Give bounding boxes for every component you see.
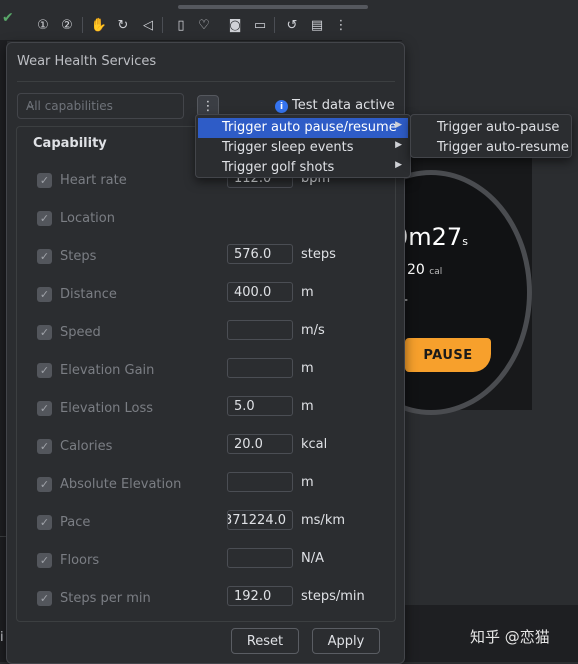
chevron-down-icon: ⌄ — [26, 97, 37, 111]
capability-row: ✓ Steps 576.0 steps — [7, 243, 404, 271]
panel-divider — [17, 81, 395, 82]
capability-label: Floors — [60, 553, 100, 568]
capability-value-input[interactable] — [227, 548, 293, 568]
panel-title: Wear Health Services — [17, 54, 157, 69]
capability-row: ✓ Absolute Elevation m — [7, 471, 404, 499]
calories-readout: 20 cal — [407, 262, 443, 278]
step-back-2-icon[interactable]: ② — [56, 14, 78, 36]
capability-value-input[interactable]: 576.0 — [227, 244, 293, 264]
submenu-arrow-icon: ▶ — [395, 120, 402, 130]
reset-button[interactable]: Reset — [231, 628, 299, 654]
capability-checkbox[interactable]: ✓ — [37, 363, 52, 378]
layout-icon[interactable]: ▤ — [306, 14, 328, 36]
capability-label: Elevation Loss — [60, 401, 154, 416]
capability-value-input[interactable]: 20.0 — [227, 434, 293, 454]
capability-label: Heart rate — [60, 173, 127, 188]
trigger-menu: Trigger auto pause/resume ▶ Trigger sleep… — [195, 114, 411, 178]
capability-column-header: Capability — [33, 136, 107, 151]
toolbar-separator — [274, 17, 275, 33]
submenu-arrow-icon: ▶ — [395, 140, 402, 150]
capabilities-select[interactable]: All capabilities ⌄ — [17, 93, 184, 119]
capability-unit: N/A — [301, 551, 324, 566]
capability-value-input[interactable] — [227, 472, 293, 492]
title-drag-strip — [178, 5, 368, 9]
capability-value-input[interactable] — [227, 358, 293, 378]
capability-value-input[interactable]: 5.0 — [227, 396, 293, 416]
capability-label: Elevation Gain — [60, 363, 155, 378]
capability-checkbox[interactable]: ✓ — [37, 515, 52, 530]
pause-button[interactable]: PAUSE — [405, 338, 491, 372]
capability-value-input[interactable]: 371224.0 — [227, 510, 293, 530]
auto-pause-submenu: Trigger auto-pause Trigger auto-resume — [410, 114, 572, 158]
more-vertical-icon[interactable]: ⋮ — [330, 14, 352, 36]
step-back-1-icon[interactable]: ① — [32, 14, 54, 36]
capability-unit: m/s — [301, 323, 325, 338]
submenu-item-auto-resume[interactable]: Trigger auto-resume — [437, 140, 569, 155]
capability-row: ✓ Location — [7, 205, 404, 233]
capability-value-input[interactable]: 400.0 — [227, 282, 293, 302]
capability-unit: m — [301, 285, 314, 300]
capability-label: Speed — [60, 325, 101, 340]
history-icon[interactable]: ↺ — [281, 14, 303, 36]
capability-unit: m — [301, 399, 314, 414]
back-triangle-icon[interactable]: ◁ — [137, 14, 159, 36]
check-icon: ✔ — [2, 10, 14, 26]
capability-row: ✓ Distance 400.0 m — [7, 281, 404, 309]
capability-row: ✓ Elevation Gain m — [7, 357, 404, 385]
palm-icon[interactable]: ✋ — [88, 14, 110, 36]
capability-checkbox[interactable]: ✓ — [37, 591, 52, 606]
capability-value-input[interactable]: 192.0 — [227, 586, 293, 606]
capability-label: Steps — [60, 249, 97, 264]
left-edge-glyph: i — [0, 630, 4, 645]
health-icon[interactable]: ♡ — [193, 14, 215, 36]
capability-label: Calories — [60, 439, 113, 454]
capability-checkbox[interactable]: ✓ — [37, 173, 52, 188]
menu-item-golf-shots[interactable]: Trigger golf shots ▶ — [198, 158, 408, 178]
capability-label: Pace — [60, 515, 91, 530]
toolbar-separator — [82, 17, 83, 33]
submenu-item-auto-pause[interactable]: Trigger auto-pause — [437, 120, 559, 135]
capability-checkbox[interactable]: ✓ — [37, 439, 52, 454]
capability-checkbox[interactable]: ✓ — [37, 401, 52, 416]
camera-icon[interactable]: ◙ — [224, 14, 246, 36]
capability-row: ✓ Floors N/A — [7, 547, 404, 575]
capability-unit: ms/km — [301, 513, 346, 528]
capability-unit: m — [301, 361, 314, 376]
capability-unit: kcal — [301, 437, 328, 452]
menu-item-auto-pause-resume[interactable]: Trigger auto pause/resume ▶ — [198, 118, 408, 138]
capability-value-input[interactable] — [227, 320, 293, 340]
submenu-arrow-icon: ▶ — [395, 160, 402, 170]
device-settings-icon[interactable]: ▯ — [170, 14, 192, 36]
capability-row: ✓ Calories 20.0 kcal — [7, 433, 404, 461]
video-icon[interactable]: ▭ — [249, 14, 271, 36]
test-data-status: Test data active — [292, 98, 395, 113]
capability-unit: steps/min — [301, 589, 365, 604]
capability-checkbox[interactable]: ✓ — [37, 553, 52, 568]
capability-row: ✓ Elevation Loss 5.0 m — [7, 395, 404, 423]
capability-checkbox[interactable]: ✓ — [37, 287, 52, 302]
capability-row: ✓ Pace 371224.0 ms/km — [7, 509, 404, 537]
capability-row: ✓ Speed m/s — [7, 319, 404, 347]
capability-checkbox[interactable]: ✓ — [37, 325, 52, 340]
apply-button[interactable]: Apply — [312, 628, 380, 654]
capability-row: ✓ Steps per min 192.0 steps/min — [7, 585, 404, 613]
watermark: 知乎 @恋猫 — [470, 628, 550, 646]
capability-label: Absolute Elevation — [60, 477, 182, 492]
rotate-icon[interactable]: ↻ — [112, 14, 134, 36]
menu-item-sleep-events[interactable]: Trigger sleep events ▶ — [198, 138, 408, 158]
capability-checkbox[interactable]: ✓ — [37, 249, 52, 264]
toolbar-separator — [162, 17, 163, 33]
capability-unit: m — [301, 475, 314, 490]
capability-checkbox[interactable]: ✓ — [37, 477, 52, 492]
capability-label: Steps per min — [60, 591, 151, 606]
info-icon: i — [275, 100, 288, 113]
capability-label: Location — [60, 211, 115, 226]
capability-unit: steps — [301, 247, 336, 262]
capability-checkbox[interactable]: ✓ — [37, 211, 52, 226]
capability-label: Distance — [60, 287, 117, 302]
